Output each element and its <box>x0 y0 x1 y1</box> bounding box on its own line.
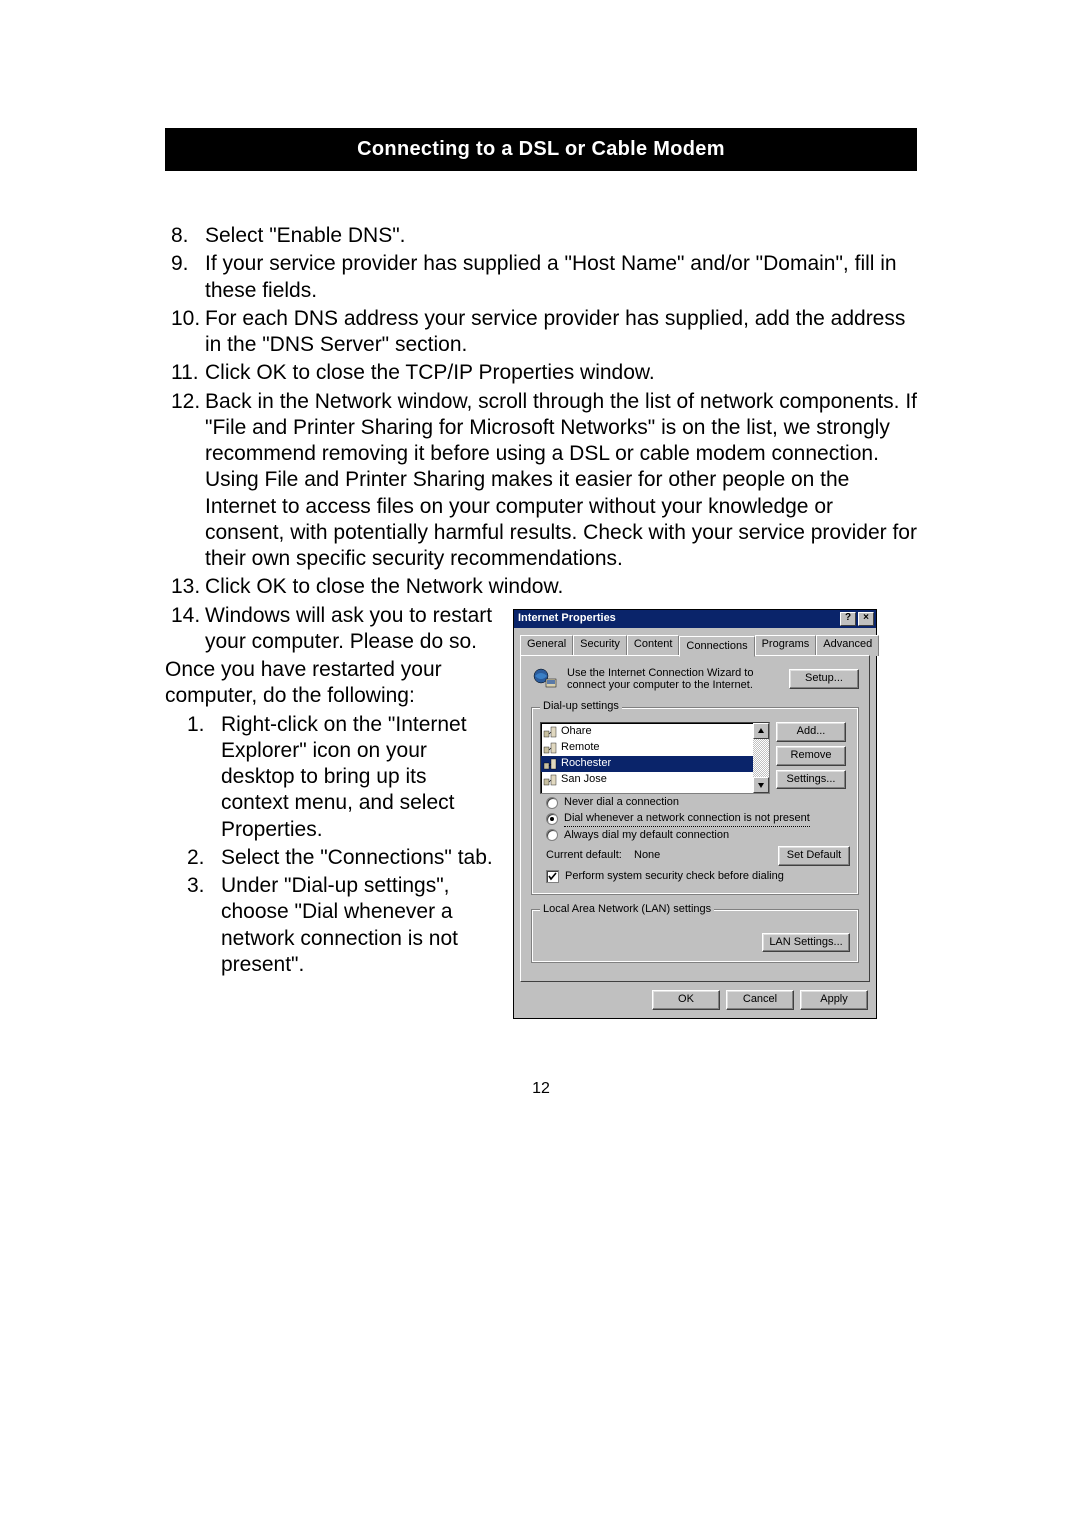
step-num: 8. <box>165 223 205 249</box>
connection-icon <box>543 773 557 787</box>
connection-icon <box>543 757 557 771</box>
list-item[interactable]: Ohare <box>541 724 769 740</box>
radio-icon <box>546 797 558 809</box>
radio-label: Never dial a connection <box>564 796 679 810</box>
after-restart-text: Once you have restarted your computer, d… <box>165 657 495 710</box>
page-header: Connecting to a DSL or Cable Modem <box>165 128 917 171</box>
listbox-scrollbar[interactable] <box>753 723 769 793</box>
set-default-button[interactable]: Set Default <box>778 846 850 866</box>
list-item[interactable]: Remote <box>541 740 769 756</box>
tab-content[interactable]: Content <box>627 635 680 657</box>
scroll-track[interactable] <box>753 739 769 777</box>
connections-listbox[interactable]: Ohare Remote Rochester <box>540 722 770 794</box>
radio-label: Always dial my default connection <box>564 829 729 843</box>
step-text: For each DNS address your service provid… <box>205 306 917 359</box>
lan-settings-button[interactable]: LAN Settings... <box>762 933 850 953</box>
current-default-label: Current default: <box>546 849 626 863</box>
list-item[interactable]: San Jose <box>541 772 769 788</box>
settings-button[interactable]: Settings... <box>776 770 846 790</box>
lan-settings-group: Local Area Network (LAN) settings LAN Se… <box>531 903 859 964</box>
wizard-text: Use the Internet Connection Wizard to co… <box>567 667 781 692</box>
dialup-settings-group: Dial-up settings Ohare Remote <box>531 700 859 895</box>
list-item[interactable]: Rochester <box>541 756 769 772</box>
internet-properties-dialog: Internet Properties ? × General Security… <box>513 609 877 1020</box>
apply-button[interactable]: Apply <box>800 990 868 1010</box>
dialog-titlebar[interactable]: Internet Properties ? × <box>514 610 876 628</box>
step-text: Click OK to close the Network window. <box>205 574 917 600</box>
left-text-column: 14.Windows will ask you to restart your … <box>165 603 495 981</box>
connection-icon <box>543 741 557 755</box>
scroll-up-icon[interactable] <box>753 723 769 739</box>
dialup-legend: Dial-up settings <box>540 700 622 714</box>
tab-strip: General Security Content Connections Pro… <box>514 628 876 656</box>
tab-programs[interactable]: Programs <box>755 635 817 657</box>
dialog-title: Internet Properties <box>518 612 838 626</box>
list-item-label: Rochester <box>561 757 611 771</box>
step-text: Under "Dial-up settings", choose "Dial w… <box>221 873 495 978</box>
connection-icon <box>543 725 557 739</box>
radio-dial-whenever[interactable]: Dial whenever a network connection is no… <box>546 812 850 827</box>
step-text: Click OK to close the TCP/IP Properties … <box>205 360 917 386</box>
checkbox-icon <box>546 870 559 883</box>
setup-button[interactable]: Setup... <box>789 669 859 689</box>
step-num: 9. <box>165 251 205 304</box>
add-button[interactable]: Add... <box>776 722 846 742</box>
radio-label: Dial whenever a network connection is no… <box>564 812 810 827</box>
cancel-button[interactable]: Cancel <box>726 990 794 1010</box>
ok-button[interactable]: OK <box>652 990 720 1010</box>
step-text: Select "Enable DNS". <box>205 223 917 249</box>
radio-always-dial[interactable]: Always dial my default connection <box>546 829 850 843</box>
dialog-button-row: OK Cancel Apply <box>514 990 876 1018</box>
step-num: 10. <box>165 306 205 359</box>
radio-icon <box>546 829 558 841</box>
radio-never-dial[interactable]: Never dial a connection <box>546 796 850 810</box>
list-item-label: Ohare <box>561 725 592 739</box>
tab-panel-connections: Use the Internet Connection Wizard to co… <box>520 655 870 982</box>
step-num: 11. <box>165 360 205 386</box>
lan-legend: Local Area Network (LAN) settings <box>540 903 714 917</box>
step-num: 14. <box>165 603 205 656</box>
radio-icon <box>546 813 558 825</box>
page-number: 12 <box>165 1079 917 1099</box>
list-item-label: San Jose <box>561 773 607 787</box>
step-num: 12. <box>165 389 205 573</box>
step-text: Select the "Connections" tab. <box>221 845 495 871</box>
tab-advanced[interactable]: Advanced <box>816 635 879 657</box>
steps-list-b: 1.Right-click on the "Internet Explorer"… <box>165 712 495 979</box>
tab-general[interactable]: General <box>520 635 573 657</box>
steps-list-a: 8.Select "Enable DNS". 9.If your service… <box>165 223 917 601</box>
step-num: 1. <box>165 712 221 843</box>
close-button[interactable]: × <box>858 612 874 626</box>
step-text: If your service provider has supplied a … <box>205 251 917 304</box>
page-content: 8.Select "Enable DNS". 9.If your service… <box>165 223 917 1099</box>
step-num: 3. <box>165 873 221 978</box>
checkbox-label: Perform system security check before dia… <box>565 870 784 884</box>
perform-security-check[interactable]: Perform system security check before dia… <box>546 870 850 884</box>
step-num: 2. <box>165 845 221 871</box>
tab-connections[interactable]: Connections <box>679 636 754 658</box>
list-item-label: Remote <box>561 741 600 755</box>
help-button[interactable]: ? <box>840 612 856 626</box>
globe-wizard-icon <box>531 666 559 692</box>
step-text: Windows will ask you to restart your com… <box>205 603 495 656</box>
step-num: 13. <box>165 574 205 600</box>
tab-security[interactable]: Security <box>573 635 627 657</box>
step-text: Right-click on the "Internet Explorer" i… <box>221 712 495 843</box>
current-default-value: None <box>634 849 770 863</box>
remove-button[interactable]: Remove <box>776 746 846 766</box>
scroll-down-icon[interactable] <box>753 777 769 793</box>
step-text: Back in the Network window, scroll throu… <box>205 389 917 573</box>
